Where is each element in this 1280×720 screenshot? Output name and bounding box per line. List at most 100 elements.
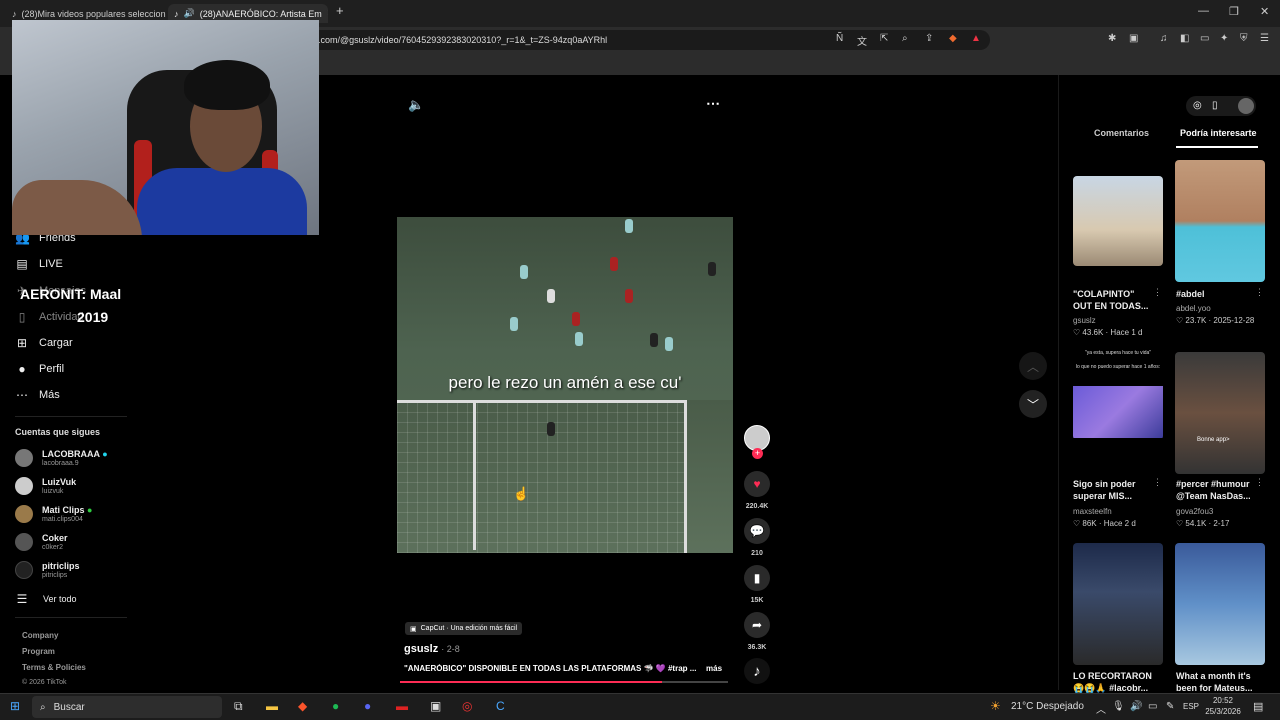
spotify-icon[interactable]: ● bbox=[332, 699, 339, 713]
card-title: Sigo sin poder superar MIS... bbox=[1073, 479, 1136, 501]
card-menu-icon[interactable]: ⋮ bbox=[1153, 477, 1162, 488]
save-button[interactable]: ▮ bbox=[744, 565, 770, 591]
account-item[interactable]: pitriclips pitriclips bbox=[15, 561, 80, 579]
like-button[interactable]: ♥ bbox=[744, 471, 770, 497]
user-avatar[interactable] bbox=[1238, 98, 1254, 114]
footer-terms[interactable]: Terms & Policies bbox=[22, 663, 86, 672]
discord-icon[interactable]: ● bbox=[364, 699, 371, 713]
author-name[interactable]: gsuslz · 2-8 bbox=[404, 643, 460, 655]
app-icon[interactable]: ▣ bbox=[430, 699, 441, 713]
nav-activity[interactable]: ▯ Actividad bbox=[15, 310, 84, 324]
extensions-icon[interactable]: ✱ bbox=[1108, 33, 1116, 44]
suggested-video-card[interactable] bbox=[1175, 543, 1265, 665]
music-disc[interactable]: ♪ bbox=[744, 658, 770, 684]
more-link[interactable]: más bbox=[706, 664, 722, 673]
autoscroll-icon[interactable]: ◎ bbox=[1193, 100, 1202, 111]
voicemeeter-icon[interactable]: ▬ bbox=[396, 699, 408, 713]
suggested-video-card[interactable]: Bonne app> bbox=[1175, 352, 1265, 474]
stream-overlay-title: AERONIT: Maal bbox=[20, 286, 122, 302]
volume-tray-icon[interactable]: 🔊 bbox=[1130, 701, 1142, 712]
pen-icon[interactable]: ✎ bbox=[1166, 701, 1174, 712]
nav-more[interactable]: ⋯ Más bbox=[15, 388, 60, 402]
more-options-icon[interactable]: ⋯ bbox=[706, 95, 720, 112]
card-menu-icon[interactable]: ⋮ bbox=[1255, 477, 1264, 488]
share-icon[interactable]: ⇪ bbox=[925, 33, 933, 44]
tab-comments[interactable]: Comentarios bbox=[1094, 128, 1149, 138]
language-indicator[interactable]: ESP bbox=[1183, 702, 1199, 711]
obs-icon[interactable]: ◎ bbox=[462, 699, 472, 713]
windows-start-icon[interactable]: ⊞ bbox=[10, 699, 20, 713]
new-tab-button[interactable]: + bbox=[336, 3, 344, 18]
sidebar-toggle-icon[interactable]: ◧ bbox=[1180, 33, 1189, 44]
task-view-icon[interactable]: ⧉ bbox=[234, 699, 243, 714]
suggested-video-card[interactable] bbox=[1073, 543, 1163, 665]
follow-plus-icon[interactable]: + bbox=[752, 448, 763, 459]
account-handle: luizvuk bbox=[42, 488, 64, 495]
translate-icon[interactable]: 文 bbox=[857, 33, 867, 48]
footer-company[interactable]: Company bbox=[22, 631, 58, 640]
suggested-video-card[interactable] bbox=[1073, 176, 1163, 266]
wallet-icon[interactable]: ▭ bbox=[1200, 33, 1209, 44]
nav-live[interactable]: ▤ LIVE bbox=[15, 257, 63, 271]
next-video-button[interactable]: ﹀ bbox=[1019, 390, 1047, 418]
taskbar-search[interactable]: ⌕ Buscar bbox=[32, 696, 222, 718]
card-menu-icon[interactable]: ⋮ bbox=[1255, 287, 1264, 298]
clock-date[interactable]: 25/3/2026 bbox=[1201, 707, 1245, 716]
screenshot-icon[interactable]: ▣ bbox=[1129, 33, 1138, 44]
mini-player-icon[interactable]: ▯ bbox=[1212, 100, 1218, 111]
share-button[interactable]: ➦ bbox=[744, 612, 770, 638]
leo-icon[interactable]: ✦ bbox=[1220, 33, 1228, 44]
video-description: "ANAERÓBICO" DISPONIBLE EN TODAS LAS PLA… bbox=[404, 664, 697, 673]
volume-icon[interactable]: 🔈 bbox=[408, 97, 424, 113]
share-arrow-icon: ➦ bbox=[751, 618, 763, 632]
suggested-video-card[interactable]: "ya esta, supera hace tu vida" lo que no… bbox=[1073, 350, 1163, 440]
verified-icon: ● bbox=[102, 449, 108, 459]
notifications-icon[interactable]: ▤ bbox=[1253, 700, 1263, 713]
vpn-icon[interactable]: ⛨ bbox=[1240, 33, 1248, 44]
brave-shield-icon[interactable]: ◆ bbox=[949, 33, 957, 44]
footer-program[interactable]: Program bbox=[22, 647, 55, 656]
tab-suggestions[interactable]: Podría interesarte bbox=[1180, 128, 1257, 138]
video-thumbnail bbox=[1175, 543, 1265, 665]
account-handle: pitriclips bbox=[42, 572, 68, 579]
suggested-video-card[interactable] bbox=[1175, 160, 1265, 282]
music-icon[interactable]: ♫ bbox=[1160, 33, 1168, 44]
nav-profile[interactable]: ● Perfil bbox=[15, 362, 64, 376]
rewards-icon[interactable]: ▲ bbox=[971, 33, 981, 44]
reader-icon[interactable]: Ñ bbox=[836, 33, 843, 44]
nav-upload[interactable]: ⊞ Cargar bbox=[15, 336, 73, 350]
previous-video-button[interactable]: ︿ bbox=[1019, 352, 1047, 380]
like-count: 220.4K bbox=[745, 503, 769, 510]
clock-time[interactable]: 20:52 bbox=[1205, 696, 1241, 705]
video-player[interactable]: pero le rezo un amén a ese cu' bbox=[397, 217, 733, 553]
account-name: LACOBRAAA ● bbox=[42, 449, 108, 459]
progress-track[interactable] bbox=[400, 681, 728, 683]
more-icon: ⋯ bbox=[16, 388, 28, 402]
account-item[interactable]: LuizVuk luizvuk bbox=[15, 477, 76, 495]
close-window-button[interactable]: ✕ bbox=[1260, 5, 1269, 18]
zoom-icon[interactable]: ⌕ bbox=[902, 33, 908, 44]
activity-icon: ▯ bbox=[18, 310, 26, 324]
account-item[interactable]: Mati Clips ● mati.clips004 bbox=[15, 505, 92, 523]
card-menu-icon[interactable]: ⋮ bbox=[1153, 287, 1162, 298]
account-item[interactable]: Coker c0ker2 bbox=[15, 533, 68, 551]
tray-chevron-icon[interactable]: ︿ bbox=[1096, 701, 1106, 716]
see-all-link[interactable]: ☰ Ver todo bbox=[15, 592, 77, 606]
capcut-taskbar-icon[interactable]: C bbox=[496, 699, 505, 713]
comment-button[interactable]: 💬 bbox=[744, 518, 770, 544]
mic-icon[interactable]: 🎙 bbox=[1112, 701, 1125, 712]
network-icon[interactable]: ▭ bbox=[1148, 701, 1157, 712]
card-meta: ♡ 54.1K · 2-17 bbox=[1176, 519, 1230, 528]
maximize-button[interactable]: ❐ bbox=[1229, 5, 1239, 18]
brave-icon[interactable]: ◆ bbox=[298, 699, 307, 713]
account-handle: mati.clips004 bbox=[42, 516, 83, 523]
weather-text[interactable]: 21°C Despejado bbox=[1011, 701, 1084, 712]
close-tab-icon[interactable]: ✕ bbox=[327, 8, 328, 19]
minimize-button[interactable]: — bbox=[1198, 5, 1209, 17]
capcut-badge[interactable]: ▣ CapCut · Una edición más fácil bbox=[405, 622, 523, 635]
menu-icon[interactable]: ☰ bbox=[1260, 33, 1269, 44]
file-explorer-icon[interactable]: ▬ bbox=[266, 699, 278, 713]
account-item[interactable]: LACOBRAAA ● lacobraaa.9 bbox=[15, 449, 108, 467]
card-meta: ♡ 43.6K · Hace 1 d bbox=[1073, 328, 1143, 337]
open-app-icon[interactable]: ⇱ bbox=[880, 33, 888, 44]
